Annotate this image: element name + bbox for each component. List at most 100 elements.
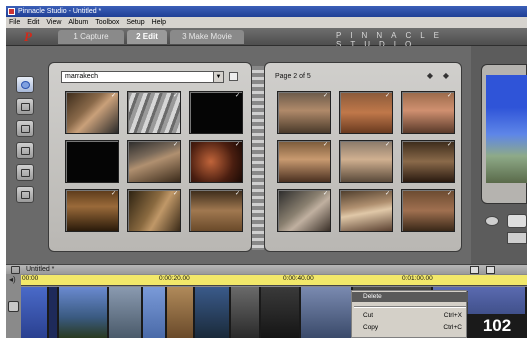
video-scenes-icon[interactable] (16, 76, 34, 93)
checkmark-icon: ✓ (446, 93, 453, 99)
scene-thumbnail[interactable]: ✓ (189, 91, 243, 134)
ruler-tick: 0:01:00.00 (402, 275, 433, 282)
page-number-badge: 102 (467, 314, 527, 338)
checkmark-icon: ✓ (234, 191, 241, 197)
timeline-clip[interactable] (195, 287, 231, 338)
razor-icon[interactable] (470, 266, 479, 274)
scene-thumbnail[interactable]: ✓ (277, 140, 331, 183)
menu-separator (354, 306, 466, 308)
tab-capture[interactable]: 1 Capture (58, 30, 124, 44)
scene-thumbnail[interactable]: ✓ (65, 91, 119, 134)
dropdown-value: marrakech (65, 73, 99, 80)
scene-thumbnail[interactable]: ✓ (189, 140, 243, 183)
checkmark-icon: ✓ (384, 191, 391, 197)
scene-thumbnail[interactable]: ✓ (65, 189, 119, 232)
page-label: Page 2 of 5 (275, 73, 311, 80)
menu-item-delete[interactable]: Delete (352, 292, 468, 302)
checkmark-icon: ✓ (172, 142, 179, 148)
album-tool-tabs (16, 76, 42, 208)
timeline-clip[interactable] (109, 287, 143, 338)
context-menu: Delete Cut Ctrl+X Copy Ctrl+C (351, 290, 468, 338)
album-source-dropdown[interactable]: marrakech ▼ (61, 71, 224, 83)
ruler-tick: 0:00:20.00 (159, 275, 190, 282)
scene-thumbnail[interactable]: ✓ (127, 189, 181, 232)
movie-icon (11, 266, 20, 274)
timeline-ruler[interactable]: 00:00 0:00:20.00 0:00:40.00 0:01:00.00 (21, 275, 527, 286)
checkmark-icon: ✓ (110, 191, 117, 197)
menu-item-label: Copy (363, 324, 379, 331)
titles-icon[interactable] (16, 120, 34, 137)
player-preview (481, 64, 527, 204)
transitions-icon[interactable] (16, 98, 34, 115)
jog-control[interactable] (507, 232, 527, 244)
menu-edit[interactable]: Edit (27, 17, 39, 28)
app-icon (8, 8, 15, 15)
app-window: Pinnacle Studio - Untitled * File Edit V… (6, 6, 527, 338)
scene-thumbnail[interactable]: ✓ (401, 91, 455, 134)
scene-thumbnail[interactable]: ✓ (127, 140, 181, 183)
sound-effects-icon[interactable] (16, 164, 34, 181)
timeline-clip[interactable] (167, 287, 195, 338)
menu-file[interactable]: File (9, 17, 20, 28)
timeline-clip[interactable] (261, 287, 301, 338)
next-page-icon[interactable]: ◆ (441, 71, 451, 81)
scene-thumbnail[interactable] (65, 140, 119, 183)
menu-item-label: Delete (363, 293, 382, 300)
scene-thumbnail[interactable]: ✓ (339, 189, 393, 232)
menu-setup[interactable]: Setup (126, 17, 144, 28)
mode-bar: P 1 Capture 2 Edit 3 Make Movie PINNACLE… (6, 28, 527, 49)
album-page-left: marrakech ▼ ✓ ✓ ✓ ✓ ✓ ✓ ✓ ✓ (48, 62, 252, 252)
scene-thumbnail[interactable]: ✓ (339, 91, 393, 134)
prev-page-icon[interactable]: ◆ (425, 71, 435, 81)
timeline-clip[interactable] (49, 287, 59, 338)
timeline-clip[interactable] (59, 287, 109, 338)
new-folder-button[interactable] (229, 72, 238, 81)
tab-edit[interactable]: 2 Edit (127, 30, 167, 44)
chevron-down-icon[interactable]: ▼ (213, 72, 223, 82)
music-icon[interactable] (16, 186, 34, 203)
checkmark-icon: ✓ (322, 191, 329, 197)
title-bar: Pinnacle Studio - Untitled * (6, 6, 527, 17)
timeline-clip[interactable] (143, 287, 167, 338)
scene-thumbnail[interactable]: ✓ (401, 140, 455, 183)
preview-screen (486, 75, 527, 183)
checkmark-icon: ✓ (172, 93, 179, 99)
menu-bar: File Edit View Album Toolbox Setup Help (6, 17, 527, 28)
scene-thumbnail[interactable]: ✓ (189, 189, 243, 232)
scene-grid-left: ✓ ✓ ✓ ✓ ✓ ✓ ✓ ✓ (65, 91, 243, 232)
timeline-clip[interactable] (21, 287, 49, 338)
timeline-clip[interactable] (301, 287, 353, 338)
player-panel (471, 46, 527, 264)
video-track-icon[interactable] (8, 301, 19, 312)
speaker-icon[interactable]: ◂) (9, 275, 19, 285)
menu-help[interactable]: Help (152, 17, 166, 28)
menu-album[interactable]: Album (68, 17, 88, 28)
movie-window-header: Untitled * (6, 264, 527, 274)
menu-item-copy[interactable]: Copy Ctrl+C (352, 323, 468, 333)
scene-thumbnail[interactable]: ✓ (277, 91, 331, 134)
timeline-clip[interactable] (231, 287, 261, 338)
checkmark-icon: ✓ (384, 142, 391, 148)
checkmark-icon: ✓ (446, 191, 453, 197)
checkmark-icon: ✓ (446, 142, 453, 148)
checkmark-icon: ✓ (234, 142, 241, 148)
checkmark-icon: ✓ (234, 93, 241, 99)
project-title: Untitled * (26, 266, 55, 273)
scene-thumbnail[interactable]: ✓ (127, 91, 181, 134)
scene-thumbnail[interactable]: ✓ (401, 189, 455, 232)
still-images-icon[interactable] (16, 142, 34, 159)
play-button[interactable] (485, 216, 499, 226)
menu-item-cut[interactable]: Cut Ctrl+X (352, 311, 468, 321)
trash-icon[interactable] (486, 266, 495, 274)
fullscreen-button[interactable] (507, 214, 527, 228)
ruler-tick: 00:00 (22, 275, 39, 282)
checkmark-icon: ✓ (384, 93, 391, 99)
checkmark-icon: ✓ (172, 191, 179, 197)
scene-thumbnail[interactable]: ✓ (277, 189, 331, 232)
menu-toolbox[interactable]: Toolbox (95, 17, 119, 28)
scene-thumbnail[interactable]: ✓ (339, 140, 393, 183)
tab-make-movie[interactable]: 3 Make Movie (170, 30, 244, 44)
menu-item-label: Cut (363, 312, 374, 319)
window-title: Pinnacle Studio - Untitled * (18, 8, 102, 15)
menu-view[interactable]: View (46, 17, 61, 28)
